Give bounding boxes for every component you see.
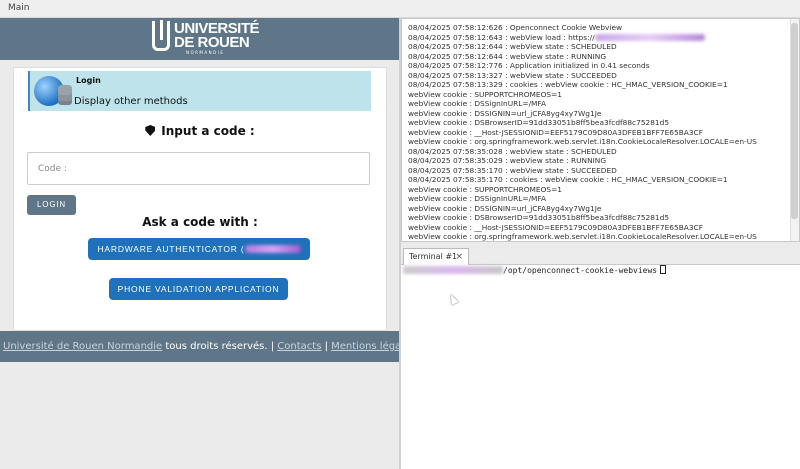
code-input[interactable] [27, 152, 370, 185]
hardware-authenticator-button[interactable]: HARDWARE AUTHENTICATOR ( [88, 238, 310, 260]
log-line: 08/04/2025 07:58:12:644 : webView state … [408, 42, 617, 51]
redacted-text [594, 33, 705, 41]
webview-pane: UNIVERSITÉ DE ROUEN NORMANDIE Login Disp… [0, 18, 415, 469]
log-line: 08/04/2025 07:58:12:776 : Application in… [408, 61, 650, 70]
log-line: webView cookie : org.springframework.web… [408, 232, 757, 241]
input-code-heading: Input a code : [14, 124, 386, 138]
log-line: 08/04/2025 07:58:13:327 : webView state … [408, 70, 617, 80]
method-title: Login [76, 76, 101, 85]
logo-line2: DE ROUEN [174, 34, 250, 51]
log-line: 08/04/2025 07:58:12:643 : webView load :… [408, 33, 757, 43]
log-line: 08/04/2025 07:58:35:170 : webView state … [408, 165, 617, 175]
terminal-cursor [660, 265, 667, 274]
input-code-heading-text: Input a code : [161, 124, 255, 138]
log-line: 08/04/2025 07:58:13:329 : cookies : webV… [408, 80, 728, 89]
redacted-text [403, 266, 503, 274]
rights-text: tous droits réservés. | [162, 341, 278, 352]
contacts-link[interactable]: Contacts [277, 341, 321, 352]
terminal-tabstrip: Terminal #1 × [401, 248, 800, 265]
tab-terminal-1-label: Terminal #1 [409, 252, 458, 261]
site-header: UNIVERSITÉ DE ROUEN NORMANDIE [0, 18, 399, 60]
log-line: webView cookie : __Host-JSESSIONID=EEF51… [408, 222, 703, 232]
log-line: webView cookie : SUPPORTCHROMEOS=1 [408, 184, 562, 194]
log-line: 08/04/2025 07:58:12:644 : webView state … [408, 51, 607, 61]
log-line: 08/04/2025 07:58:35:028 : webView state … [408, 146, 617, 156]
university-link[interactable]: Université de Rouen Normandie [3, 341, 162, 352]
auth-method-selector[interactable]: Login Display other methods [28, 71, 371, 111]
log-line: webView cookie : __Host-JSESSIONID=EEF51… [408, 127, 703, 137]
ask-code-heading: Ask a code with : [142, 215, 258, 229]
log-line: webView cookie : DSSignInURL=/MFA [408, 99, 547, 108]
display-other-methods-link[interactable]: Display other methods [74, 96, 188, 107]
university-logo: UNIVERSITÉ DE ROUEN NORMANDIE [152, 20, 260, 56]
hardware-authenticator-label: HARDWARE AUTHENTICATOR ( [97, 244, 245, 254]
log-line: webView cookie : org.springframework.web… [408, 137, 757, 146]
log-line: 08/04/2025 07:58:12:626 : Openconnect Co… [408, 23, 623, 32]
redacted-text [244, 245, 301, 253]
log-line: 08/04/2025 07:58:35:029 : webView state … [408, 156, 607, 165]
log-line: webView cookie : DSSIGNIN=url_jCFA8yg4xy… [408, 203, 602, 213]
log-output: 08/04/2025 07:58:12:626 : Openconnect Co… [401, 18, 800, 242]
site-footer: Université de Rouen Normandie tous droit… [0, 331, 415, 362]
shield-icon [145, 125, 156, 136]
phone-validation-button[interactable]: PHONE VALIDATION APPLICATION [109, 278, 288, 300]
log-line: webView cookie : DSBrowserID=91dd33051b8… [408, 213, 670, 222]
terminal-area[interactable]: /opt/openconnect-cookie-webviews [401, 265, 800, 469]
logo-mark-icon [152, 20, 170, 51]
disk-stack-icon [58, 85, 72, 105]
menu-main[interactable]: Main [8, 3, 30, 13]
log-line: webView cookie : DSBrowserID=91dd33051b8… [408, 118, 670, 127]
log-terminal-pane: 08/04/2025 07:58:12:626 : Openconnect Co… [401, 18, 800, 469]
log-scrollbar[interactable] [790, 19, 799, 241]
prompt-path: /opt/openconnect-cookie-webviews [503, 266, 658, 275]
log-line: webView cookie : DSSignInURL=/MFA [408, 194, 547, 203]
close-icon[interactable]: × [455, 249, 463, 265]
logo-line3: NORMANDIE [186, 50, 225, 55]
log-scroll-thumb[interactable] [791, 23, 798, 219]
window-titlebar: Main [0, 0, 800, 18]
log-line: 08/04/2025 07:58:35:170 : cookies : webV… [408, 175, 728, 184]
tab-terminal-1[interactable]: Terminal #1 × [403, 248, 469, 265]
auth-card: Login Display other methods Input a code… [13, 67, 387, 331]
login-button[interactable]: LOGIN [27, 195, 76, 215]
log-lines: 08/04/2025 07:58:12:626 : Openconnect Co… [408, 23, 757, 241]
footer-separator: | [321, 341, 332, 352]
terminal-prompt: /opt/openconnect-cookie-webviews [403, 265, 667, 276]
log-line: webView cookie : SUPPORTCHROMEOS=1 [408, 89, 562, 99]
log-line: webView cookie : DSSIGNIN=url_jCFA8yg4xy… [408, 108, 602, 118]
